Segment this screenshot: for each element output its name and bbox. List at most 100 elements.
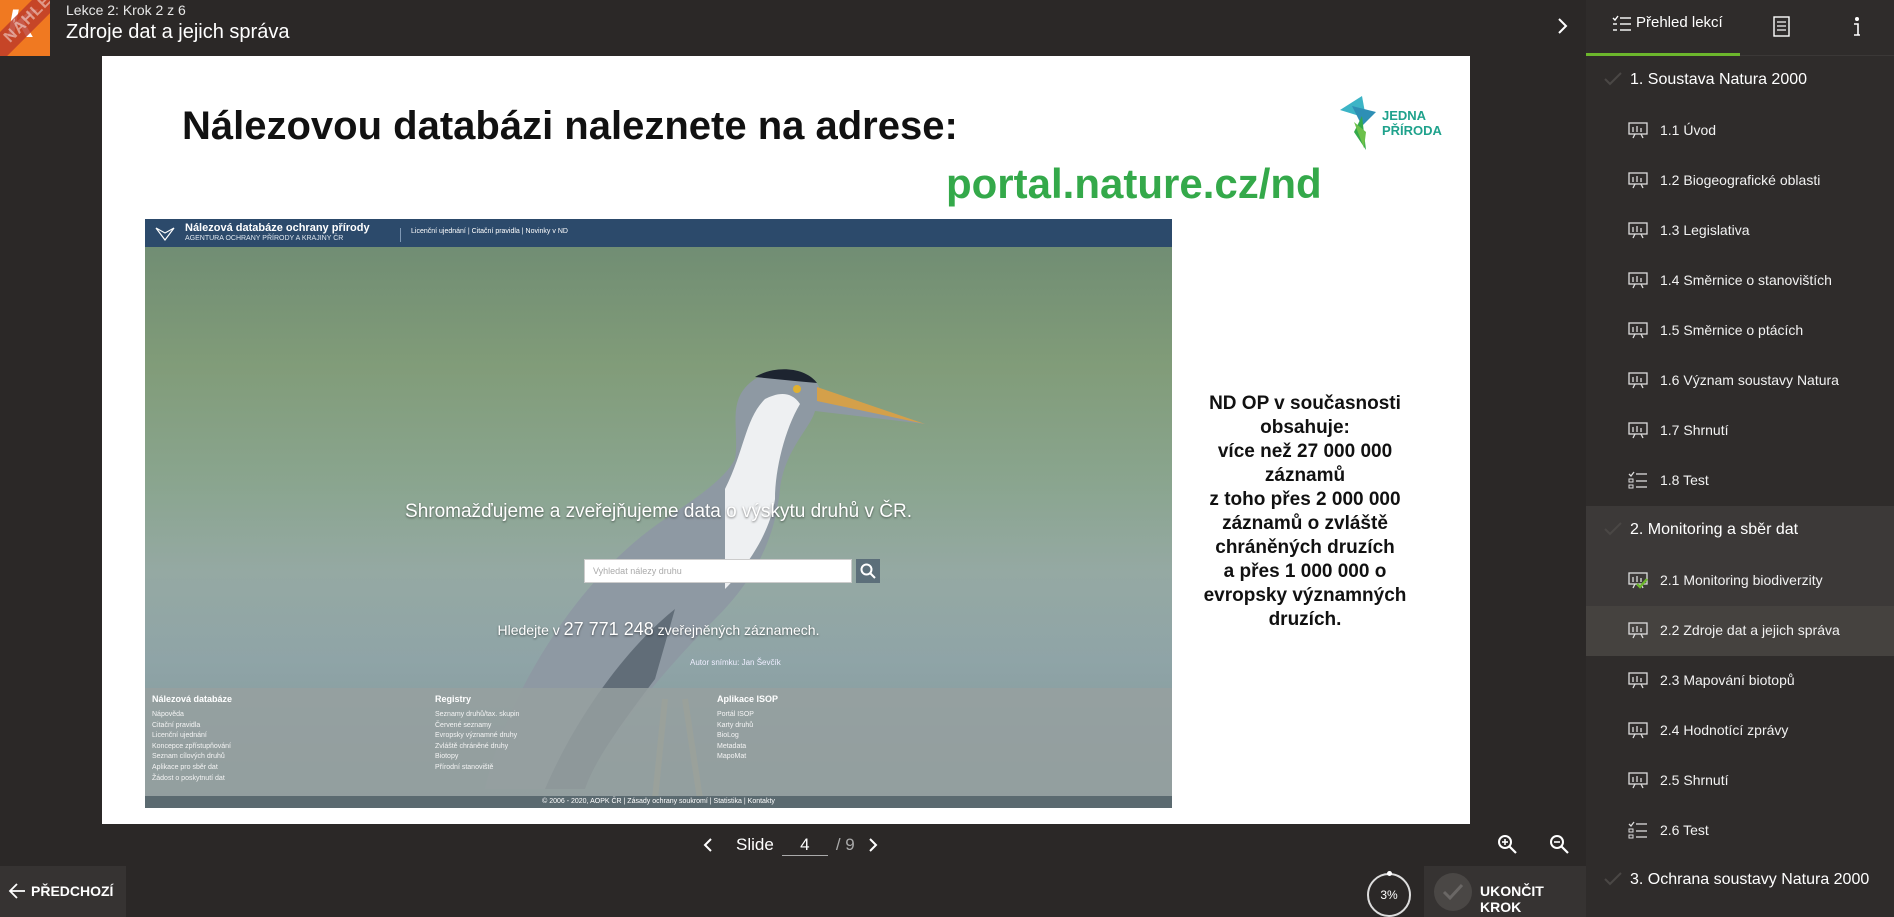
site-copyright: © 2006 - 2020, AOPK ČR | Zásady ochrany …: [145, 796, 1172, 808]
brand-line-2: PŘÍRODA: [1382, 123, 1442, 138]
zoom-in-icon[interactable]: [1496, 833, 1518, 855]
stats-line: evropsky významných: [1203, 585, 1407, 606]
photo-credit: Autor snímku: Jan Ševčík: [690, 658, 781, 667]
lesson-item-1-7[interactable]: 1.7 Shrnutí: [1586, 406, 1894, 456]
progress-dot: [1387, 871, 1392, 876]
site-subtitle: AGENTURA OCHRANY PŘÍRODY A KRAJINY ČR: [185, 235, 344, 242]
lesson-item-label: 1.8 Test: [1660, 472, 1709, 488]
lesson-item-2-6[interactable]: 2.6 Test: [1586, 806, 1894, 856]
lesson-item-label: 2.1 Monitoring biodiverzity: [1660, 572, 1823, 588]
lesson-item-2-5[interactable]: 2.5 Shrnutí: [1586, 756, 1894, 806]
tab-lesson-overview[interactable]: Přehled lekcí: [1586, 0, 1740, 56]
footer-link: Červené seznamy: [435, 721, 492, 729]
lesson-item-label: 1.4 Směrnice o stanovištích: [1660, 272, 1832, 288]
chevron-left-icon[interactable]: [698, 835, 718, 855]
site-top-links: Licenční ujednání | Citační pravidla | N…: [400, 228, 568, 242]
document-icon[interactable]: [1766, 12, 1796, 42]
found-count: 27 771 248: [563, 619, 654, 639]
lesson-item-1-3[interactable]: 1.3 Legislativa: [1586, 206, 1894, 256]
lesson-item-label: 2.5 Shrnutí: [1660, 772, 1729, 788]
breadcrumb: Lekce 2: Krok 2 z 6: [66, 2, 186, 18]
slides-done-icon: [1628, 571, 1648, 594]
footer-link: Portál ISOP: [717, 711, 754, 718]
finish-check-icon: [1434, 873, 1472, 911]
footer-link: Licenční ujednání: [152, 732, 207, 740]
stats-line: obsahuje:: [1260, 417, 1350, 438]
stats-line: ND OP v současnosti: [1209, 393, 1401, 414]
zoom-out-icon[interactable]: [1548, 833, 1570, 855]
lesson-item-2-2[interactable]: 2.2 Zdroje dat a jejich správa: [1586, 606, 1894, 656]
slide-canvas: Nálezovou databázi naleznete na adrese: …: [102, 56, 1470, 824]
list-icon: [1612, 15, 1631, 31]
footer-link: Citační pravidla: [152, 721, 201, 729]
website-screenshot: Nálezová databáze ochrany přírody AGENTU…: [145, 219, 1172, 808]
lesson-item-label: 2.3 Mapování biotopů: [1660, 672, 1795, 688]
slides-icon: [1628, 421, 1648, 444]
lesson-item-label: 2.4 Hodnotící zprávy: [1660, 722, 1789, 738]
lesson-item-1-6[interactable]: 1.6 Význam soustavy Natura: [1586, 356, 1894, 406]
footer-link: BioLog: [717, 732, 739, 740]
site-search-button: [856, 559, 880, 583]
search-icon: [860, 563, 876, 579]
footer-link: Karty druhů: [717, 721, 754, 729]
footer-col-title: Registry: [435, 694, 472, 704]
lesson-item-label: 1.7 Shrnutí: [1660, 422, 1729, 438]
found-prefix: Hledejte v: [497, 622, 560, 638]
section-1[interactable]: 1. Soustava Natura 2000: [1586, 56, 1894, 106]
tab-lesson-overview-label: Přehled lekcí: [1636, 14, 1723, 31]
lesson-item-2-1[interactable]: 2.1 Monitoring biodiverzity: [1586, 556, 1894, 606]
lesson-list: 1. Soustava Natura 2000 1.1 Úvod 1.2 Bio…: [1586, 56, 1894, 906]
lesson-item-1-2[interactable]: 1.2 Biogeografické oblasti: [1586, 156, 1894, 206]
footer-col-database: Nálezová databáze Nápověda Citační pravi…: [152, 694, 232, 784]
site-claim: Shromažďujeme a zveřejňujeme data o výsk…: [405, 501, 912, 522]
stats-line: druzích.: [1268, 609, 1342, 630]
stats-line: více než 27 000 000: [1217, 441, 1393, 462]
slide-navigator: Slide 4 / 9: [698, 832, 883, 858]
footer-col-title: Aplikace ISOP: [717, 694, 779, 704]
app-logo[interactable]: K NÁHLED: [0, 0, 50, 56]
footer-link: Biotopy: [435, 753, 459, 761]
chevron-right-icon[interactable]: [863, 835, 883, 855]
lesson-item-label: 1.2 Biogeografické oblasti: [1660, 172, 1821, 188]
footer-col-apps: Aplikace ISOP Portál ISOP Karty druhů Bi…: [717, 694, 778, 763]
site-record-count: Hledejte v 27 771 248 zveřejněných zázna…: [145, 619, 1172, 640]
lesson-item-1-5[interactable]: 1.5 Směrnice o ptácích: [1586, 306, 1894, 356]
test-icon: [1628, 821, 1648, 844]
slides-icon: [1628, 221, 1648, 244]
lesson-item-label: 2.6 Test: [1660, 822, 1709, 838]
stats-line: záznamů: [1264, 465, 1346, 486]
footer-link: Seznam cílových druhů: [152, 753, 225, 761]
lesson-item-1-4[interactable]: 1.4 Směrnice o stanovištích: [1586, 256, 1894, 306]
lesson-item-label: 1.5 Směrnice o ptácích: [1660, 322, 1804, 338]
footer-link: Aplikace pro sběr dat: [152, 763, 218, 771]
footer-link: Nápověda: [152, 711, 184, 718]
footer-col-title: Nálezová databáze: [152, 694, 233, 704]
slide-number-input[interactable]: 4: [781, 835, 828, 856]
lesson-item-2-4[interactable]: 2.4 Hodnotící zprávy: [1586, 706, 1894, 756]
leaf-logo-icon: [1340, 96, 1376, 150]
finish-step-button[interactable]: UKONČIT KROK: [1424, 866, 1586, 917]
section-2[interactable]: 2. Monitoring a sběr dat: [1586, 506, 1894, 556]
lesson-item-2-3[interactable]: 2.3 Mapování biotopů: [1586, 656, 1894, 706]
slide-label: Slide: [736, 835, 774, 854]
lesson-item-1-8[interactable]: 1.8 Test: [1586, 456, 1894, 506]
lesson-item-label: 1.1 Úvod: [1660, 122, 1717, 138]
site-header: Nálezová databáze ochrany přírody AGENTU…: [145, 219, 1172, 247]
chevron-right-icon[interactable]: [1550, 14, 1574, 38]
footer-link: Koncepce zpřístupňování: [152, 742, 231, 750]
section-3[interactable]: 3. Ochrana soustavy Natura 2000: [1586, 856, 1894, 906]
page-title: Zdroje dat a jejich správa: [66, 21, 290, 43]
slide-total: / 9: [835, 835, 855, 854]
top-bar: K NÁHLED Lekce 2: Krok 2 z 6 Zdroje dat …: [0, 0, 1586, 56]
test-icon: [1628, 471, 1648, 494]
slides-icon: [1628, 621, 1648, 644]
footer-link: Seznamy druhů/tax. skupin: [435, 711, 520, 718]
progress-value: 3%: [1380, 888, 1398, 902]
lesson-item-1-1[interactable]: 1.1 Úvod: [1586, 106, 1894, 156]
footer-link: Metadata: [717, 742, 747, 750]
footer-link: MapoMat: [717, 753, 747, 761]
previous-button[interactable]: PŘEDCHOZÍ: [0, 866, 126, 917]
slide-url: portal.nature.cz/nd: [946, 160, 1322, 207]
lesson-item-label: 1.6 Význam soustavy Natura: [1660, 372, 1839, 388]
info-icon[interactable]: [1842, 12, 1872, 42]
